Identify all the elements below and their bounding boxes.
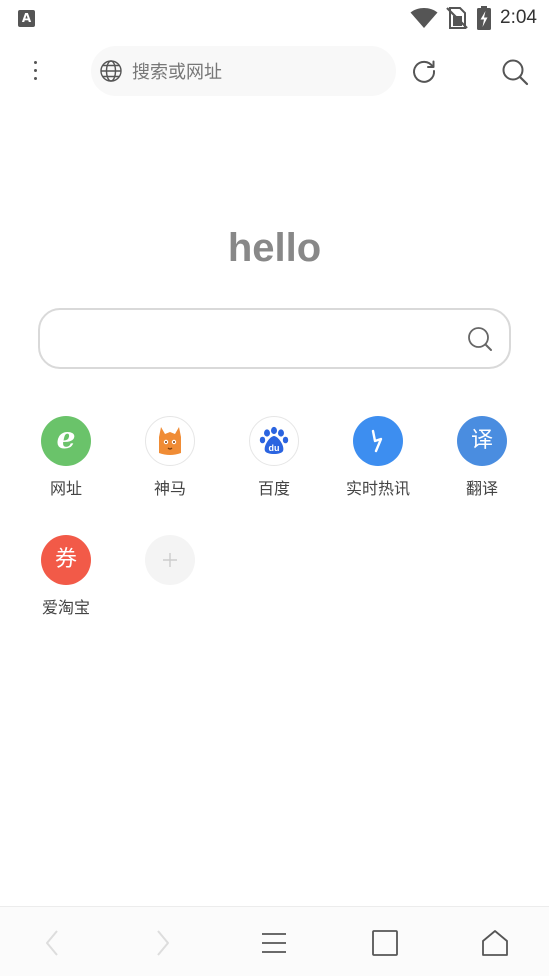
- translate-icon: 译: [457, 416, 507, 466]
- plus-icon: [145, 535, 195, 585]
- text-a-icon: A: [18, 10, 35, 27]
- bottom-navigation: [0, 906, 549, 976]
- back-button[interactable]: [33, 923, 73, 963]
- menu-button[interactable]: [254, 923, 294, 963]
- green-e-icon: e: [41, 416, 91, 466]
- quick-link-label: 百度: [257, 479, 290, 498]
- lightning-icon: [353, 416, 403, 466]
- quick-link-label: 神马: [153, 479, 186, 498]
- home-icon: [482, 930, 508, 956]
- page-title: hello: [227, 226, 322, 270]
- globe-icon: [100, 60, 122, 82]
- no-sim-icon: [446, 7, 468, 29]
- quick-link-baidu[interactable]: du 百度: [222, 416, 326, 499]
- tabs-icon: [372, 930, 398, 956]
- status-icons: 2:04: [410, 6, 537, 30]
- more-vertical-icon[interactable]: [22, 54, 48, 86]
- battery-charging-icon: [477, 6, 492, 30]
- search-input[interactable]: [58, 320, 458, 358]
- menu-icon: [262, 933, 286, 953]
- quick-link-label: 爱淘宝: [41, 598, 90, 617]
- home-button[interactable]: [475, 923, 515, 963]
- alpaca-icon: [145, 416, 195, 466]
- quick-link-shishi-rexun[interactable]: 实时热讯: [326, 416, 430, 499]
- quick-link-fanyi[interactable]: 译 翻译: [430, 416, 534, 499]
- forward-button[interactable]: [142, 923, 182, 963]
- baidu-paw-icon: du: [249, 416, 299, 466]
- quick-link-wangzhi[interactable]: e 网址: [14, 416, 118, 499]
- forward-icon: [157, 930, 169, 956]
- quick-link-label: 翻译: [465, 479, 498, 498]
- quick-link-aitaobao[interactable]: 券 爱淘宝: [14, 535, 118, 618]
- add-quick-link-button[interactable]: [118, 535, 222, 585]
- quick-link-label: 实时热讯: [345, 479, 410, 498]
- browser-toolbar: 搜索或网址: [0, 44, 549, 98]
- tabs-button[interactable]: [365, 923, 405, 963]
- wifi-icon: [410, 8, 438, 28]
- url-placeholder: 搜索或网址: [132, 62, 222, 83]
- search-icon[interactable]: [500, 57, 530, 87]
- coupon-icon: 券: [41, 535, 91, 585]
- url-bar[interactable]: 搜索或网址: [91, 46, 396, 96]
- quick-link-shenma[interactable]: 神马: [118, 416, 222, 499]
- main-search-box[interactable]: [38, 308, 511, 369]
- status-bar: A 2:04: [0, 0, 549, 36]
- quick-link-label: 网址: [49, 479, 82, 498]
- search-icon[interactable]: [467, 326, 493, 352]
- refresh-icon[interactable]: [410, 57, 438, 85]
- svg-text:du: du: [269, 443, 280, 453]
- status-time: 2:04: [500, 7, 537, 28]
- back-icon: [46, 930, 58, 956]
